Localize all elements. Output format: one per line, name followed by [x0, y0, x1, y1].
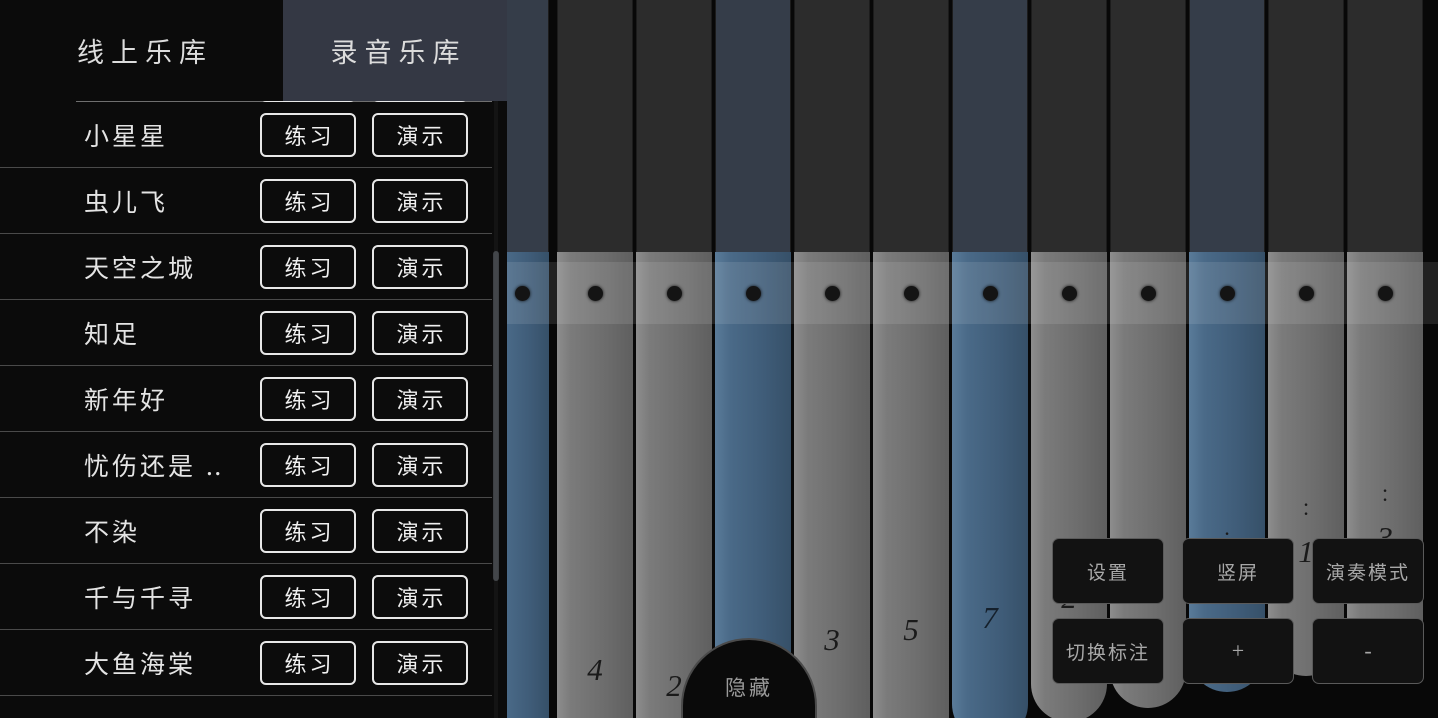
- practice-button[interactable]: 练习: [260, 178, 356, 223]
- hide-button-label: 隐藏: [725, 676, 773, 700]
- demo-button[interactable]: 演示: [372, 574, 468, 619]
- demo-button[interactable]: 演示: [372, 442, 468, 487]
- kalimba-tine-shaft: [794, 0, 870, 256]
- practice-button[interactable]: 练习: [260, 376, 356, 421]
- demo-button[interactable]: 演示: [372, 112, 468, 157]
- practice-button[interactable]: 练习: [260, 508, 356, 553]
- demo-button[interactable]: 演示: [372, 310, 468, 355]
- kalimba-tine-hole: [1377, 285, 1393, 301]
- tab-recording-library[interactable]: 录音乐库: [283, 0, 507, 101]
- performance-mode-button[interactable]: 演奏模式: [1312, 538, 1424, 604]
- kalimba-tine-hole: [1219, 285, 1235, 301]
- library-panel: 线上乐库 录音乐库 小星星 练习 演示 虫儿飞 练习 演示 天空之城 练习 演示 知足 练习 演示 新年好…: [0, 0, 507, 718]
- song-title: 忧伤还是 ‥: [84, 453, 225, 481]
- kalimba-tine-hole: [982, 285, 998, 301]
- kalimba-note-label: 3: [824, 622, 840, 657]
- decrease-button[interactable]: -: [1312, 618, 1424, 684]
- song-row[interactable]: 不染 练习 演示: [0, 498, 492, 564]
- demo-button[interactable]: 演示: [372, 508, 468, 553]
- song-title: 新年好: [84, 387, 169, 415]
- kalimba-note-label: 4: [587, 652, 603, 687]
- kalimba-tine-shaft: [1110, 0, 1186, 256]
- song-row[interactable]: 忧伤还是 ‥ 练习 演示: [0, 432, 492, 498]
- song-row[interactable]: 小星星 练习 演示: [0, 102, 492, 168]
- kalimba-tine-hole: [903, 285, 919, 301]
- settings-button[interactable]: 设置: [1052, 538, 1164, 604]
- kalimba-tine-shaft: [1347, 0, 1423, 256]
- kalimba-tine-hole: [1298, 285, 1314, 301]
- demo-button[interactable]: 演示: [372, 640, 468, 685]
- song-row[interactable]: 千与千寻 练习 演示: [0, 564, 492, 630]
- song-list-container[interactable]: 小星星 练习 演示 虫儿飞 练习 演示 天空之城 练习 演示 知足 练习 演示 新年好 练习 演示 忧伤还是 …: [0, 101, 507, 718]
- kalimba-tine-hole: [666, 285, 682, 301]
- kalimba-tine[interactable]: [952, 252, 1028, 718]
- control-button-grid: 设置 竖屏 演奏模式切换标注 + -: [1052, 538, 1424, 684]
- kalimba-tine-shaft: [1268, 0, 1344, 256]
- kalimba-note-label: 7: [982, 600, 998, 635]
- kalimba-note-label: 5: [903, 612, 919, 647]
- kalimba-tine-hole: [587, 285, 603, 301]
- song-list: 小星星 练习 演示 虫儿飞 练习 演示 天空之城 练习 演示 知足 练习 演示 新年好 练习 演示 忧伤还是 …: [0, 101, 507, 696]
- kalimba-tine-hole: [1061, 285, 1077, 301]
- kalimba-tine[interactable]: [636, 252, 712, 718]
- song-title: 知足: [84, 321, 141, 349]
- song-row[interactable]: 天空之城 练习 演示: [0, 234, 492, 300]
- song-row[interactable]: 知足 练习 演示: [0, 300, 492, 366]
- song-row[interactable]: 虫儿飞 练习 演示: [0, 168, 492, 234]
- song-title: 天空之城: [84, 255, 197, 283]
- kalimba-tine-hole: [745, 285, 761, 301]
- song-title: 不染: [84, 519, 141, 547]
- demo-button[interactable]: 演示: [372, 178, 468, 223]
- demo-button[interactable]: 演示: [372, 244, 468, 289]
- increase-button[interactable]: +: [1182, 618, 1294, 684]
- practice-button[interactable]: 练习: [260, 244, 356, 289]
- song-title: 虫儿飞: [84, 189, 169, 217]
- kalimba-tine-shaft: [636, 0, 712, 256]
- kalimba-octave-dots: · ·: [1381, 478, 1389, 512]
- kalimba-tine[interactable]: [557, 252, 633, 718]
- kalimba-tine-hole: [514, 285, 530, 301]
- kalimba-tine-shaft: [952, 0, 1028, 256]
- song-row[interactable]: 新年好 练习 演示: [0, 366, 492, 432]
- practice-button[interactable]: 练习: [260, 310, 356, 355]
- kalimba-tine-shaft: [1031, 0, 1107, 256]
- kalimba-octave-dots: · ·: [1302, 492, 1310, 526]
- song-row[interactable]: 大鱼海棠 练习 演示: [0, 630, 492, 696]
- kalimba-tine-shaft: [1189, 0, 1265, 256]
- kalimba-tine-hole: [1140, 285, 1156, 301]
- song-title: 小星星: [84, 123, 169, 151]
- song-list-scrollbar-thumb[interactable]: [493, 251, 499, 581]
- kalimba-tine-shaft: [715, 0, 791, 256]
- toggle-annotation-button[interactable]: 切换标注: [1052, 618, 1164, 684]
- kalimba-tine[interactable]: [873, 252, 949, 718]
- kalimba-tine-shaft: [873, 0, 949, 256]
- practice-button[interactable]: 练习: [260, 112, 356, 157]
- practice-button[interactable]: 练习: [260, 442, 356, 487]
- practice-button[interactable]: 练习: [260, 574, 356, 619]
- library-tabs: 线上乐库 录音乐库: [0, 0, 507, 101]
- song-title: 千与千寻: [84, 585, 197, 613]
- kalimba-tine-shaft: [557, 0, 633, 256]
- practice-button[interactable]: 练习: [260, 640, 356, 685]
- portrait-mode-button[interactable]: 竖屏: [1182, 538, 1294, 604]
- tab-online-library[interactable]: 线上乐库: [0, 0, 283, 101]
- demo-button[interactable]: 演示: [372, 376, 468, 421]
- app-root: 4213572·4·6·1··3·· 隐藏 设置竖屏演奏模式切换标注+- 线上乐…: [0, 0, 1438, 718]
- song-title: 大鱼海棠: [84, 651, 197, 679]
- kalimba-tine-hole: [824, 285, 840, 301]
